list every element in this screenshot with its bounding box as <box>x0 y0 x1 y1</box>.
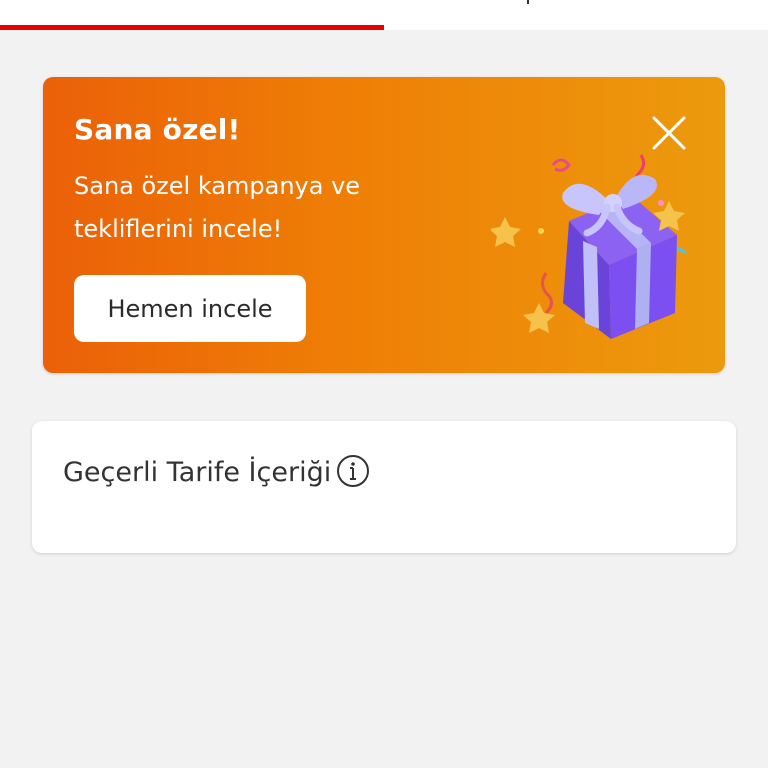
tariff-card[interactable]: Geçerli Tarife İçeriği <box>32 421 736 553</box>
promo-cta-button[interactable]: Hemen incele <box>74 275 306 342</box>
info-icon[interactable] <box>336 454 370 488</box>
tab-label-fragment <box>527 0 529 4</box>
active-tab-indicator <box>0 25 384 30</box>
tab-strip <box>0 0 768 30</box>
promo-description: Sana özel kampanya ve tekliflerini incel… <box>74 172 361 243</box>
tariff-title: Geçerli Tarife İçeriği <box>63 457 332 488</box>
gift-icon <box>491 154 687 339</box>
promo-banner[interactable]: Sana özel! Sana özel kampanya ve teklifl… <box>43 77 725 373</box>
promo-title: Sana özel! <box>74 113 241 146</box>
app-screen: Sana özel! Sana özel kampanya ve teklifl… <box>0 0 768 768</box>
